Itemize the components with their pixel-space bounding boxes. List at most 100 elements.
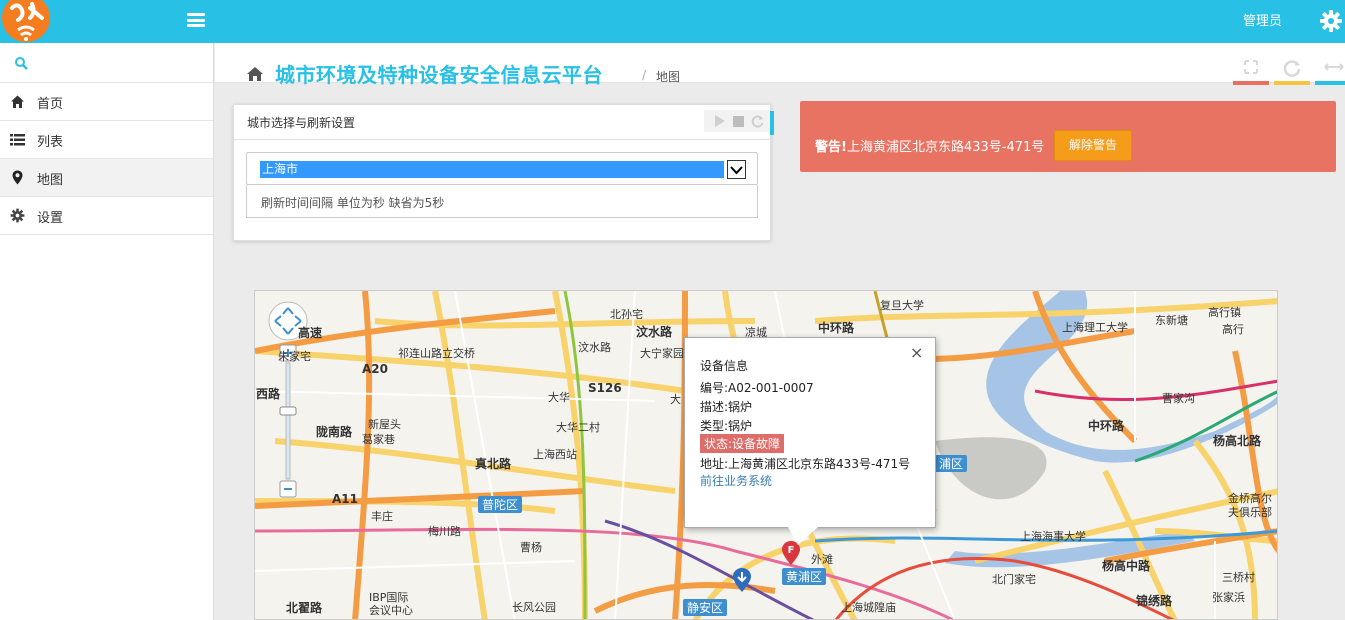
page-header: 城市环境及特种设备安全信息云平台 / 地图 xyxy=(215,43,1345,87)
refresh-interval-label: 刷新时间间隔 单位为秒 缺省为5秒 xyxy=(261,196,445,210)
city-settings-panel: 城市选择与刷新设置 上海市 刷新时间间隔 单位为秒 缺省为5秒 xyxy=(233,104,774,241)
sidebar-item-home[interactable]: 首页 xyxy=(0,83,213,121)
map-place-label: 会议中心 xyxy=(369,604,413,617)
popup-pointer xyxy=(788,527,818,545)
map-place-label: 外滩 xyxy=(811,553,833,566)
expand-icon xyxy=(1244,60,1258,74)
map-road-label: S126 xyxy=(588,381,622,395)
map-place-label: 曹家沟 xyxy=(1162,392,1195,405)
hamburger-line xyxy=(187,24,205,27)
business-system-link[interactable]: 前往业务系统 xyxy=(700,472,772,489)
arrows-horizontal-icon xyxy=(1324,63,1344,71)
panel-accent xyxy=(770,111,774,135)
map-road-label: 中环路 xyxy=(1088,419,1125,433)
search-icon[interactable] xyxy=(14,56,28,70)
map-place-label: 夫俱乐部 xyxy=(1228,506,1272,519)
city-select[interactable]: 上海市 xyxy=(246,152,758,185)
map-place-label: 大华 xyxy=(548,391,570,404)
map-place-label: 梅川路 xyxy=(428,525,461,538)
map-place-label: 上海理工大学 xyxy=(1062,321,1128,334)
dismiss-alert-button[interactable]: 解除警告 xyxy=(1054,130,1132,161)
device-type: 类型:锅炉 xyxy=(700,419,753,433)
map-place-label: 张家浜 xyxy=(1212,591,1245,604)
sidebar-item-settings[interactable]: 设置 xyxy=(0,197,213,235)
map-road-label: 汶水路 xyxy=(636,325,673,339)
resize-button[interactable] xyxy=(1315,55,1345,85)
map-road-label: 杨高北路 xyxy=(1213,434,1262,448)
refresh-icon xyxy=(1283,60,1301,77)
map-place-label: 高行镇 xyxy=(1208,306,1241,319)
map-place-label: 曹杨 xyxy=(520,541,542,554)
chevron-down-icon[interactable] xyxy=(727,160,746,179)
map-place-label: 北孙宅 xyxy=(610,308,643,321)
hamburger-line xyxy=(187,18,205,22)
map-road-label: 中环路 xyxy=(818,321,855,335)
map-place-label: 北门家宅 xyxy=(992,573,1036,586)
map-place-label: 祁连山路立交桥 xyxy=(398,347,475,360)
breadcrumb-current: 地图 xyxy=(656,70,681,84)
tool-accent-yellow xyxy=(1274,81,1310,85)
sidebar: 首页 列表 地图 设置 xyxy=(0,43,214,620)
map-place-label: 复旦大学 xyxy=(880,299,924,312)
fullscreen-button[interactable] xyxy=(1233,55,1269,85)
location-marker-icon[interactable] xyxy=(732,567,752,593)
map-place-label: 大宁家园 xyxy=(640,347,684,360)
map-district-label: 普陀区 xyxy=(478,496,523,513)
map-place-label: 上海西站 xyxy=(533,448,577,461)
device-description: 描述:锅炉 xyxy=(700,400,753,414)
map-place-label: 汶水路 xyxy=(578,341,611,354)
map-district-label: 静安区 xyxy=(683,599,728,616)
map-road-label: 北翟路 xyxy=(286,601,323,615)
sidebar-item-map[interactable]: 地图 xyxy=(0,159,213,197)
alert-text: 警告!上海黄浦区北京东路433号-471号 xyxy=(815,136,1044,155)
gear-icon xyxy=(10,208,25,223)
sidebar-search[interactable] xyxy=(0,43,213,83)
refresh-interval-field[interactable]: 刷新时间间隔 单位为秒 缺省为5秒 xyxy=(246,185,758,218)
sidebar-item-label: 首页 xyxy=(37,97,64,112)
map-road-label: 杨高中路 xyxy=(1102,559,1151,573)
map-place-label: 东新塘 xyxy=(1155,314,1188,327)
city-select-value: 上海市 xyxy=(260,161,724,178)
admin-user-label[interactable]: 管理员 xyxy=(1243,10,1282,29)
map-road-label: 西路 xyxy=(256,387,281,401)
map-road-label: 高速 xyxy=(298,326,323,340)
map-district-label: 浦区 xyxy=(935,455,968,472)
panel-header: 城市选择与刷新设置 xyxy=(234,105,774,140)
map-road-label: 真北路 xyxy=(475,457,512,471)
menu-toggle-button[interactable] xyxy=(187,13,205,27)
map-place-label: 葛家巷 xyxy=(362,433,395,446)
svg-text:F: F xyxy=(788,545,795,556)
map-district-label: 黄浦区 xyxy=(782,568,827,585)
home-icon[interactable] xyxy=(246,66,264,82)
panel-title: 城市选择与刷新设置 xyxy=(247,116,356,130)
map-road-label: 锦绣路 xyxy=(1136,594,1173,608)
sidebar-item-label: 设置 xyxy=(37,211,64,226)
map-place-label: 新屋头 xyxy=(368,418,401,431)
fire-logo-icon xyxy=(2,0,50,42)
top-bar: 管理员 xyxy=(0,0,1345,43)
page-title: 城市环境及特种设备安全信息云平台 xyxy=(275,63,603,87)
map-road-label: 陇南路 xyxy=(316,425,353,439)
alert-prefix: 警告! xyxy=(815,140,847,155)
list-icon xyxy=(10,134,25,146)
map-place-label: 上海海事大学 xyxy=(1020,530,1086,543)
hamburger-line xyxy=(187,13,205,16)
sidebar-item-label: 列表 xyxy=(37,135,64,150)
device-id: 编号:A02-001-0007 xyxy=(700,381,814,395)
sidebar-item-list[interactable]: 列表 xyxy=(0,121,213,159)
tool-accent-blue xyxy=(1315,81,1345,85)
device-address: 地址:上海黄浦区北京东路433号-471号 xyxy=(700,457,911,471)
refresh-icon[interactable] xyxy=(746,110,768,132)
settings-gear-icon[interactable] xyxy=(1319,9,1343,33)
sidebar-item-label: 地图 xyxy=(37,173,64,188)
alert-message: 上海黄浦区北京东路433号-471号 xyxy=(846,140,1045,155)
breadcrumb-separator: / xyxy=(642,68,647,82)
map-place-label: 三桥村 xyxy=(1222,571,1255,584)
map-place-label: 大华二村 xyxy=(556,421,600,434)
map-pin-icon xyxy=(12,170,23,185)
close-icon[interactable]: × xyxy=(910,343,923,362)
refresh-button[interactable] xyxy=(1274,55,1310,85)
map-place-label: 大 xyxy=(670,393,681,406)
panel-controls xyxy=(704,110,770,132)
map-place-label: 高行 xyxy=(1222,323,1244,336)
